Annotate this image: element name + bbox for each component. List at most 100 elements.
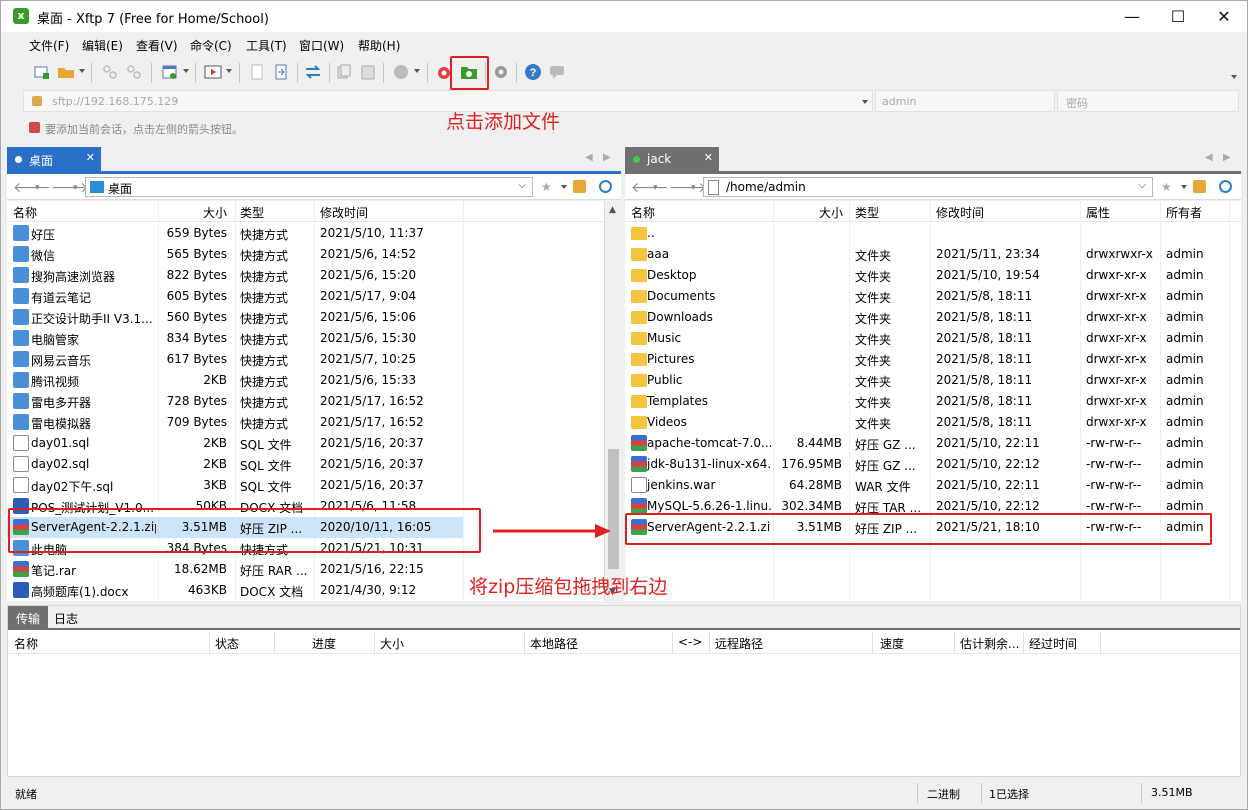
tcol-direction[interactable]: <-> (678, 635, 702, 649)
file-row[interactable]: jdk-8u131-linux-x64... 176.95MB 好压 GZ ... 2… (625, 454, 1241, 475)
file-row[interactable]: Downloads 文件夹 2021/5/8, 18:11 drwxr-xr-x adm… (625, 307, 1241, 328)
file-row[interactable]: Pictures 文件夹 2021/5/8, 18:11 drwxr-xr-x admi… (625, 349, 1241, 370)
file-row[interactable]: 有道云笔记 605 Bytes 快捷方式 2021/5/17, 9:04 (7, 286, 621, 307)
close-tab-icon[interactable]: ✕ (704, 151, 713, 164)
forward-dropdown-icon[interactable]: ▾ (691, 183, 696, 193)
tcol-remaining[interactable]: 估计剩余... (960, 635, 1019, 652)
path-dropdown-icon[interactable]: ⌵ (518, 180, 526, 191)
chat-icon[interactable] (548, 63, 566, 81)
new-session-icon[interactable] (33, 63, 51, 81)
file-icon[interactable] (248, 63, 266, 81)
favorite-dropdown-icon[interactable] (561, 185, 567, 189)
menu-tools[interactable]: 工具(T) (246, 37, 287, 54)
file-row[interactable]: 网易云音乐 617 Bytes 快捷方式 2021/5/7, 10:25 (7, 349, 621, 370)
tab-transfers[interactable]: 传输 (8, 606, 49, 628)
forward-dropdown-icon[interactable]: ▾ (73, 183, 78, 193)
menu-command[interactable]: 命令(C) (190, 37, 232, 54)
local-path-field[interactable]: 桌面 ⌵ (85, 177, 533, 197)
file-row[interactable]: jenkins.war 64.28MB WAR 文件 2021/5/10, 22:11… (625, 475, 1241, 496)
scroll-up-icon[interactable]: ▲ (609, 205, 616, 215)
file-row[interactable]: Templates 文件夹 2021/5/8, 18:11 drwxr-xr-x adm… (625, 391, 1241, 412)
col-size[interactable]: 大小 (819, 204, 843, 221)
menu-edit[interactable]: 编辑(E) (82, 37, 123, 54)
address-dropdown-icon[interactable] (862, 100, 868, 104)
tab-prev-icon[interactable]: ◀ (1205, 152, 1213, 163)
refresh-icon[interactable] (1219, 180, 1232, 193)
minimize-button[interactable]: — (1109, 1, 1155, 32)
col-modified[interactable]: 修改时间 (320, 204, 368, 221)
connect-icon[interactable] (101, 63, 119, 81)
file-row[interactable]: .. (625, 223, 1241, 244)
col-size[interactable]: 大小 (203, 204, 227, 221)
file-row[interactable]: 雷电模拟器 709 Bytes 快捷方式 2021/5/17, 16:52 (7, 412, 621, 433)
tcol-size[interactable]: 大小 (380, 635, 404, 652)
local-scrollbar[interactable]: ▲ ▼ (604, 201, 621, 601)
back-arrow-icon[interactable]: 🡐 (13, 179, 51, 196)
add-session-arrow-icon[interactable] (29, 122, 40, 133)
menu-window[interactable]: 窗口(W) (299, 37, 344, 54)
tcol-speed[interactable]: 速度 (880, 635, 904, 652)
new-tab-dropdown-icon[interactable] (183, 69, 189, 73)
circle-dropdown-icon[interactable] (414, 69, 420, 73)
new-tab-icon[interactable] (161, 63, 179, 81)
menu-view[interactable]: 查看(V) (136, 37, 178, 54)
forward-arrow-icon[interactable]: 🡒 (51, 179, 89, 196)
terminal-icon[interactable] (204, 63, 222, 81)
col-name[interactable]: 名称 (631, 204, 655, 221)
col-type[interactable]: 类型 (855, 204, 879, 221)
tab-next-icon[interactable]: ▶ (1223, 152, 1231, 163)
file-row[interactable]: 好压 659 Bytes 快捷方式 2021/5/10, 11:37 (7, 223, 621, 244)
file-row[interactable]: Videos 文件夹 2021/5/8, 18:11 drwxr-xr-x admin (625, 412, 1241, 433)
file-row[interactable]: 电脑管家 834 Bytes 快捷方式 2021/5/6, 15:30 (7, 328, 621, 349)
favorite-dropdown-icon[interactable] (1181, 185, 1187, 189)
back-dropdown-icon[interactable]: ▾ (35, 183, 40, 193)
tcol-status[interactable]: 状态 (215, 635, 239, 652)
home-folder-icon[interactable] (573, 180, 586, 193)
file-row[interactable]: 微信 565 Bytes 快捷方式 2021/5/6, 14:52 (7, 244, 621, 265)
file-row[interactable]: Public 文件夹 2021/5/8, 18:11 drwxr-xr-x admin (625, 370, 1241, 391)
tab-local-desktop[interactable]: 桌面 ✕ (7, 147, 101, 171)
settings-icon[interactable] (492, 63, 510, 81)
help-icon[interactable]: ? (524, 63, 542, 81)
transfer-icon[interactable] (272, 63, 290, 81)
col-attributes[interactable]: 属性 (1086, 204, 1110, 221)
tcol-local-path[interactable]: 本地路径 (530, 635, 578, 652)
col-type[interactable]: 类型 (240, 204, 264, 221)
scroll-thumb[interactable] (608, 449, 619, 569)
terminal-dropdown-icon[interactable] (226, 69, 232, 73)
favorite-star-icon[interactable]: ★ (1161, 180, 1174, 194)
open-folder-icon[interactable] (57, 63, 75, 81)
file-row[interactable]: 搜狗高速浏览器 822 Bytes 快捷方式 2021/5/6, 15:20 (7, 265, 621, 286)
tab-next-icon[interactable]: ▶ (603, 152, 611, 163)
refresh-icon[interactable] (599, 180, 612, 193)
toolbar-overflow-icon[interactable] (1231, 75, 1237, 79)
tcol-progress[interactable]: 进度 (312, 635, 336, 652)
tab-remote-jack[interactable]: jack ✕ (625, 147, 719, 171)
file-row[interactable]: apache-tomcat-7.0.... 8.44MB 好压 GZ ... 2021… (625, 433, 1241, 454)
forward-arrow-icon[interactable]: 🡒 (669, 179, 707, 196)
tcol-remote-path[interactable]: 远程路径 (715, 635, 763, 652)
username-field[interactable]: admin (875, 90, 1055, 112)
col-modified[interactable]: 修改时间 (936, 204, 984, 221)
back-dropdown-icon[interactable]: ▾ (653, 183, 658, 193)
close-button[interactable]: ✕ (1201, 1, 1247, 32)
file-row[interactable]: Desktop 文件夹 2021/5/10, 19:54 drwxr-xr-x admi… (625, 265, 1241, 286)
copy-icon[interactable] (335, 63, 353, 81)
tab-log[interactable]: 日志 (46, 606, 86, 628)
tcol-name[interactable]: 名称 (14, 635, 38, 652)
file-row[interactable]: Documents 文件夹 2021/5/8, 18:11 drwxr-xr-x adm… (625, 286, 1241, 307)
tcol-elapsed[interactable]: 经过时间 (1029, 635, 1077, 652)
home-folder-icon[interactable] (1193, 180, 1206, 193)
file-row[interactable]: aaa 文件夹 2021/5/11, 23:34 drwxrwxr-x admin (625, 244, 1241, 265)
menu-help[interactable]: 帮助(H) (358, 37, 400, 54)
file-row[interactable]: day02下午.sql 3KB SQL 文件 2021/5/16, 20:37 (7, 475, 621, 496)
sync-icon[interactable] (304, 63, 322, 81)
open-dropdown-icon[interactable] (79, 69, 85, 73)
path-dropdown-icon[interactable]: ⌵ (1138, 180, 1146, 191)
disconnect-icon[interactable] (125, 63, 143, 81)
file-row[interactable]: 雷电多开器 728 Bytes 快捷方式 2021/5/17, 16:52 (7, 391, 621, 412)
col-name[interactable]: 名称 (13, 204, 37, 221)
paste-icon[interactable] (359, 63, 377, 81)
file-row[interactable]: day01.sql 2KB SQL 文件 2021/5/16, 20:37 (7, 433, 621, 454)
maximize-button[interactable]: ☐ (1155, 1, 1201, 32)
